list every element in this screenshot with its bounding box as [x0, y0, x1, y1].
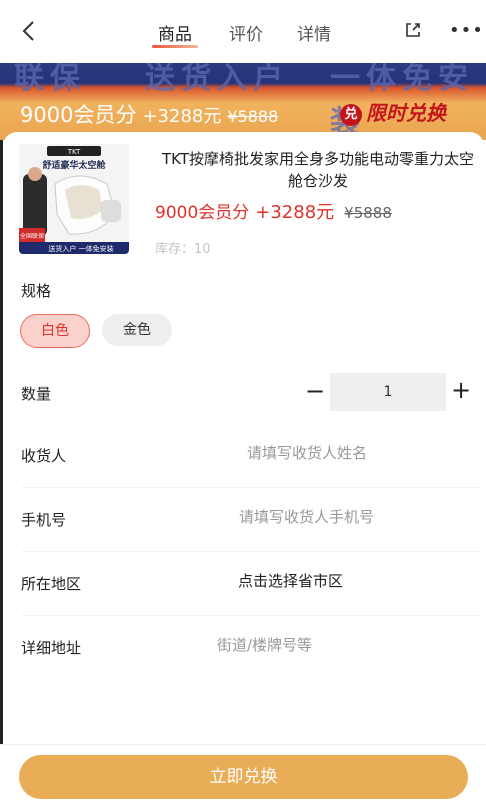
- product-name: TKT按摩椅批发家用全身多功能电动零重力太空舱仓沙发: [162, 150, 474, 190]
- massage-chair-image: TKT 舒适豪华太空舱 全国联保 送货入户 一体免安装: [19, 144, 129, 254]
- receiver-label: 收货人: [21, 447, 67, 465]
- banner-points: 9000会员分: [20, 103, 137, 127]
- banner-word-delivery: 送货入户: [145, 63, 289, 96]
- thumb-footer: 送货入户 一体免安装: [48, 244, 113, 253]
- thumb-headline: 舒适豪华太空舱: [42, 159, 106, 171]
- address-row: 详细地址 街道/楼牌号等: [21, 615, 481, 679]
- banner-original-price: ¥5888: [227, 107, 279, 126]
- spec-label: 规格: [21, 282, 52, 300]
- share-icon[interactable]: [404, 21, 422, 39]
- thumb-brand: TKT: [67, 148, 81, 156]
- quantity-increase-button[interactable]: +: [451, 376, 471, 404]
- purchase-sheet: TKT 舒适豪华太空舱 全国联保 送货入户 一体免安装 TKT按摩椅批发家用全身…: [3, 132, 484, 810]
- tab-product[interactable]: 商品: [158, 20, 192, 45]
- region-row: 所在地区 点击选择省市区: [21, 551, 481, 616]
- price-cash: +3288元: [255, 202, 335, 223]
- phone-row: 手机号 请填写收货人手机号: [21, 487, 481, 552]
- promo-banner: 联保 送货入户 一体免安装 9000会员分+3288元 ¥5888 兑限时兑换: [0, 63, 486, 140]
- tab-details[interactable]: 详情: [297, 20, 331, 45]
- thumb-corner: 全国联保: [20, 232, 44, 240]
- phone-label: 手机号: [21, 511, 67, 529]
- product-price: 9000会员分 +3288元 ¥5888: [155, 198, 392, 224]
- price-points: 9000会员分: [155, 203, 250, 223]
- product-thumbnail[interactable]: TKT 舒适豪华太空舱 全国联保 送货入户 一体免安装: [19, 144, 129, 254]
- spec-option-gold[interactable]: 金色: [102, 314, 172, 346]
- quantity-input[interactable]: 1: [330, 373, 446, 411]
- banner-top-strip: 联保 送货入户 一体免安装: [0, 63, 486, 140]
- banner-price: 9000会员分 +3288元 ¥5888: [20, 99, 278, 129]
- tab-reviews[interactable]: 评价: [229, 20, 263, 45]
- receiver-name-input[interactable]: 请填写收货人姓名: [247, 442, 367, 463]
- badge-text: 限时兑换: [366, 101, 446, 125]
- limited-exchange-badge: 兑限时兑换: [340, 97, 446, 126]
- exchange-now-button[interactable]: 立即兑换: [19, 755, 468, 799]
- quantity-decrease-button[interactable]: −: [305, 377, 325, 405]
- price-original: ¥5888: [344, 204, 392, 222]
- address-input[interactable]: 街道/楼牌号等: [217, 634, 312, 655]
- banner-word-warranty: 联保: [14, 63, 86, 96]
- region-picker[interactable]: 点击选择省市区: [238, 570, 343, 591]
- receiver-row: 收货人 请填写收货人姓名: [21, 423, 481, 488]
- active-tab-indicator: [152, 45, 198, 48]
- region-label: 所在地区: [21, 575, 82, 593]
- footer-bar: 立即兑换: [0, 744, 486, 811]
- quantity-label: 数量: [21, 385, 52, 403]
- spec-option-white[interactable]: 白色: [20, 314, 90, 348]
- top-nav-bar: 商品 评价 详情 •••: [0, 0, 486, 64]
- banner-cash: +3288元: [142, 106, 222, 127]
- address-label: 详细地址: [21, 639, 82, 657]
- more-icon[interactable]: •••: [449, 20, 484, 41]
- phone-input[interactable]: 请填写收货人手机号: [239, 506, 374, 527]
- stock-count: 库存：10: [155, 242, 211, 257]
- exchange-icon: 兑: [340, 104, 362, 126]
